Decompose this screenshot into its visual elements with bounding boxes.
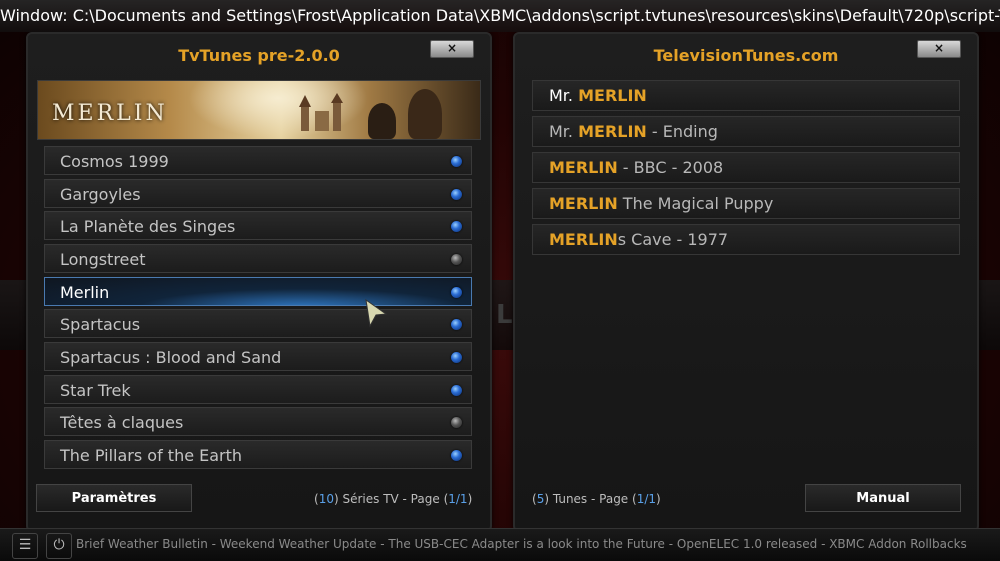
television-tunes-dialog: TelevisionTunes.com × Mr. MERLIN Mr. MER…: [513, 32, 979, 532]
tune-list-item[interactable]: Mr. MERLIN: [532, 80, 960, 111]
window-path-title: Window: C:\Documents and Settings\Frost\…: [0, 0, 1000, 32]
banner-logo-text: MERLIN: [52, 101, 168, 126]
show-list-item[interactable]: Gargoyles: [44, 179, 472, 208]
power-icon[interactable]: ⏻: [46, 533, 72, 559]
show-banner: MERLIN: [37, 80, 481, 140]
dialog-title: TvTunes pre-2.0.0: [178, 46, 340, 65]
show-name: The Pillars of the Earth: [60, 446, 243, 465]
series-count-status: (10) Séries TV - Page (1/1): [314, 492, 473, 506]
show-list-item[interactable]: Spartacus: [44, 309, 472, 338]
theme-available-indicator-icon: [451, 221, 462, 232]
show-name: La Planète des Singes: [60, 217, 236, 236]
tune-list-item[interactable]: Mr. MERLIN - Ending: [532, 116, 960, 147]
show-name: Spartacus: [60, 315, 141, 334]
close-button[interactable]: ×: [917, 40, 961, 58]
show-list-item[interactable]: Cosmos 1999: [44, 146, 472, 175]
tvtunes-dialog: TvTunes pre-2.0.0 × MERLIN Cosmos 1999 G…: [26, 32, 492, 532]
show-list-item[interactable]: Spartacus : Blood and Sand: [44, 342, 472, 371]
show-list-item[interactable]: Longstreet: [44, 244, 472, 273]
show-name: Gargoyles: [60, 185, 141, 204]
menu-icon[interactable]: ☰: [12, 533, 38, 559]
show-list-item[interactable]: The Pillars of the Earth: [44, 440, 472, 469]
tune-list-item[interactable]: MERLIN - BBC - 2008: [532, 152, 960, 183]
tune-list-item[interactable]: MERLINs Cave - 1977: [532, 224, 960, 255]
theme-missing-indicator-icon: [451, 417, 462, 428]
news-ticker: Brief Weather Bulletin - Weekend Weather…: [76, 537, 967, 551]
show-name: Cosmos 1999: [60, 152, 169, 171]
show-list-item[interactable]: Têtes à claques: [44, 407, 472, 436]
character-figure: [408, 89, 442, 139]
theme-available-indicator-icon: [451, 319, 462, 330]
dialog-title: TelevisionTunes.com: [653, 46, 839, 65]
show-name: Spartacus : Blood and Sand: [60, 348, 282, 367]
show-name: Merlin: [60, 283, 110, 302]
theme-available-indicator-icon: [451, 385, 462, 396]
show-list-item[interactable]: Star Trek: [44, 375, 472, 404]
manual-button[interactable]: Manual: [805, 484, 961, 512]
character-figure: [368, 103, 396, 139]
tune-list-item[interactable]: MERLIN The Magical Puppy: [532, 188, 960, 219]
theme-available-indicator-icon: [451, 287, 462, 298]
theme-available-indicator-icon: [451, 352, 462, 363]
theme-missing-indicator-icon: [451, 254, 462, 265]
theme-available-indicator-icon: [451, 189, 462, 200]
show-name: Longstreet: [60, 250, 146, 269]
show-name: Têtes à claques: [60, 413, 184, 432]
footer-bar: ☰ ⏻ Brief Weather Bulletin - Weekend Wea…: [0, 528, 1000, 561]
show-list-item-selected[interactable]: Merlin: [44, 277, 472, 306]
settings-button[interactable]: Paramètres: [36, 484, 192, 512]
mouse-cursor-icon: [365, 298, 388, 328]
close-button[interactable]: ×: [430, 40, 474, 58]
theme-available-indicator-icon: [451, 156, 462, 167]
theme-available-indicator-icon: [451, 450, 462, 461]
show-name: Star Trek: [60, 381, 131, 400]
castle-image: [299, 93, 343, 131]
show-list-item[interactable]: La Planète des Singes: [44, 211, 472, 240]
tunes-count-status: (5) Tunes - Page (1/1): [532, 492, 661, 506]
